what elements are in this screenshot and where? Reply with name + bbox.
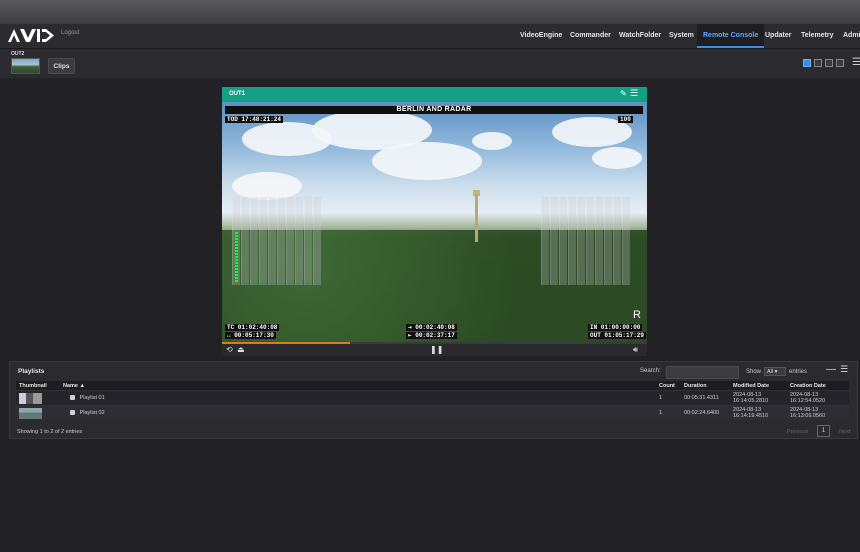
mark-in-display: ⇥ 00:02:40:08	[406, 324, 457, 331]
thumbnail-cell	[16, 405, 60, 420]
minimize-icon[interactable]: —	[826, 364, 836, 375]
entries-label: entries	[789, 369, 808, 375]
col-count[interactable]: Count	[656, 381, 681, 391]
video-preview[interactable]: BERLIN AND RADAR TOD 17:48:21:24 100 TC …	[222, 102, 647, 342]
nav-system[interactable]: System	[669, 24, 694, 48]
count-cell: 1	[656, 405, 681, 420]
player-window: OUT1 ✎ ☰ BERLIN AND RADAR TOD 17:48:21:2…	[222, 87, 647, 356]
playlists-title: Playlists	[18, 368, 45, 375]
output-toolbar: OUT2 Clips ☰	[0, 49, 860, 78]
created-cell: 2024-08-13 16:13:09.0560	[787, 405, 849, 420]
level-display: 100	[618, 116, 633, 123]
entries-select[interactable]: All ▾	[764, 367, 786, 376]
col-created[interactable]: Creation Date	[787, 381, 849, 391]
nav-remote-console[interactable]: Remote Console	[697, 24, 765, 48]
col-name[interactable]: Name ▲	[60, 381, 656, 391]
duration-cell: 00:05:31.4311	[681, 390, 730, 406]
next-button[interactable]: Next	[839, 429, 850, 435]
mark-out-display: ⇤ 00:02:37:17	[406, 332, 457, 339]
cloud	[372, 142, 482, 180]
nav-commander[interactable]: Commander	[570, 24, 611, 48]
top-navbar: Logout VideoEngine Commander WatchFolder…	[0, 24, 860, 49]
player-controls: ⟲ ⏏ ❚❚ 🔊︎	[222, 344, 647, 356]
eject-icon[interactable]: ⏏	[237, 345, 245, 355]
lock-icon[interactable]	[70, 395, 75, 401]
playlist-name: Playlist 02	[79, 410, 105, 416]
created-cell: 2024-08-13 16:12:54.0520	[787, 390, 849, 406]
victory-column	[475, 194, 478, 242]
layout-selector	[803, 59, 844, 67]
cloud	[232, 172, 302, 200]
playlists-panel: Playlists Search: Show All ▾ entries — ☰…	[9, 361, 858, 439]
remaining-display: ↔ 00:05:17:30	[225, 332, 276, 339]
cloud	[472, 132, 512, 150]
playlist-thumbnail	[19, 392, 42, 404]
lock-icon[interactable]	[70, 410, 75, 416]
loop-icon[interactable]: ⟲	[226, 345, 233, 355]
out-point-display: OUT 01:05:17:29	[588, 332, 647, 339]
layout-grid-icon[interactable]	[825, 59, 833, 67]
duration-cell: 00:02:24.6400	[681, 405, 730, 420]
playlists-table: Thumbnail Name ▲ Count Duration Modified…	[16, 381, 849, 420]
browser-top-strip	[0, 0, 860, 24]
nav-watchfolder[interactable]: WatchFolder	[619, 24, 661, 48]
in-point-display: IN 01:00:00:00	[588, 324, 643, 331]
avid-logo	[8, 29, 54, 42]
show-label: Show	[746, 369, 762, 375]
nav-videoengine[interactable]: VideoEngine	[520, 24, 562, 48]
previous-button[interactable]: Previous	[787, 429, 808, 435]
nav-updater[interactable]: Updater	[765, 24, 791, 48]
volume-icon[interactable]: 🔊︎	[633, 345, 638, 355]
record-mark: R	[633, 309, 641, 321]
search-label: Search:	[640, 368, 661, 374]
audio-level-bar	[235, 232, 238, 282]
audio-meters-left	[232, 197, 321, 285]
page-button[interactable]: 1	[817, 425, 830, 437]
player-menu-icon[interactable]: ☰	[630, 88, 638, 99]
tod-display: TOD 17:48:21:24	[225, 116, 284, 123]
menu-icon[interactable]: ☰	[852, 58, 860, 68]
pin-icon[interactable]: ✎	[620, 89, 627, 98]
pause-icon[interactable]: ❚❚	[430, 345, 443, 355]
table-info: Showing 1 to 2 of 2 entries	[17, 429, 83, 435]
table-row[interactable]: Playlist 01 1 00:05:31.4311 2024-08-13 1…	[16, 390, 849, 406]
audio-meters-right	[541, 197, 630, 285]
playlist-name: Playlist 01	[79, 395, 105, 401]
modified-cell: 2024-08-13 16:14:05.2810	[730, 390, 787, 406]
output-label: OUT2	[11, 51, 25, 57]
nav-telemetry[interactable]: Telemetry	[801, 24, 834, 48]
logout-link[interactable]: Logout	[61, 30, 79, 36]
thumbnail-cell	[16, 390, 60, 406]
clip-title: BERLIN AND RADAR	[225, 106, 643, 114]
player-output-name: OUT1	[229, 91, 246, 97]
entries-select-value: All	[767, 369, 774, 375]
panel-menu-icon[interactable]: ☰	[840, 364, 848, 375]
playlist-thumbnail	[19, 407, 42, 419]
table-row[interactable]: Playlist 02 1 00:02:24.6400 2024-08-13 1…	[16, 405, 849, 420]
search-input[interactable]	[666, 366, 739, 379]
col-duration[interactable]: Duration	[681, 381, 730, 391]
layout-quad-icon[interactable]	[814, 59, 822, 67]
layout-split-icon[interactable]	[836, 59, 844, 67]
nav-admin[interactable]: Admin	[843, 24, 860, 48]
player-header: OUT1 ✎ ☰	[222, 87, 647, 102]
timecode-display: TC 01:02:40:08	[225, 324, 280, 331]
modified-cell: 2024-08-13 16:14:19.4510	[730, 405, 787, 420]
output-thumbnail[interactable]	[11, 58, 40, 74]
name-cell: Playlist 01	[60, 390, 656, 406]
col-modified[interactable]: Modified Date	[730, 381, 787, 391]
name-cell: Playlist 02	[60, 405, 656, 420]
clips-button[interactable]: Clips	[48, 58, 75, 74]
layout-single-icon[interactable]	[803, 59, 811, 67]
col-thumbnail[interactable]: Thumbnail	[16, 381, 60, 391]
count-cell: 1	[656, 390, 681, 406]
cloud	[592, 147, 642, 169]
